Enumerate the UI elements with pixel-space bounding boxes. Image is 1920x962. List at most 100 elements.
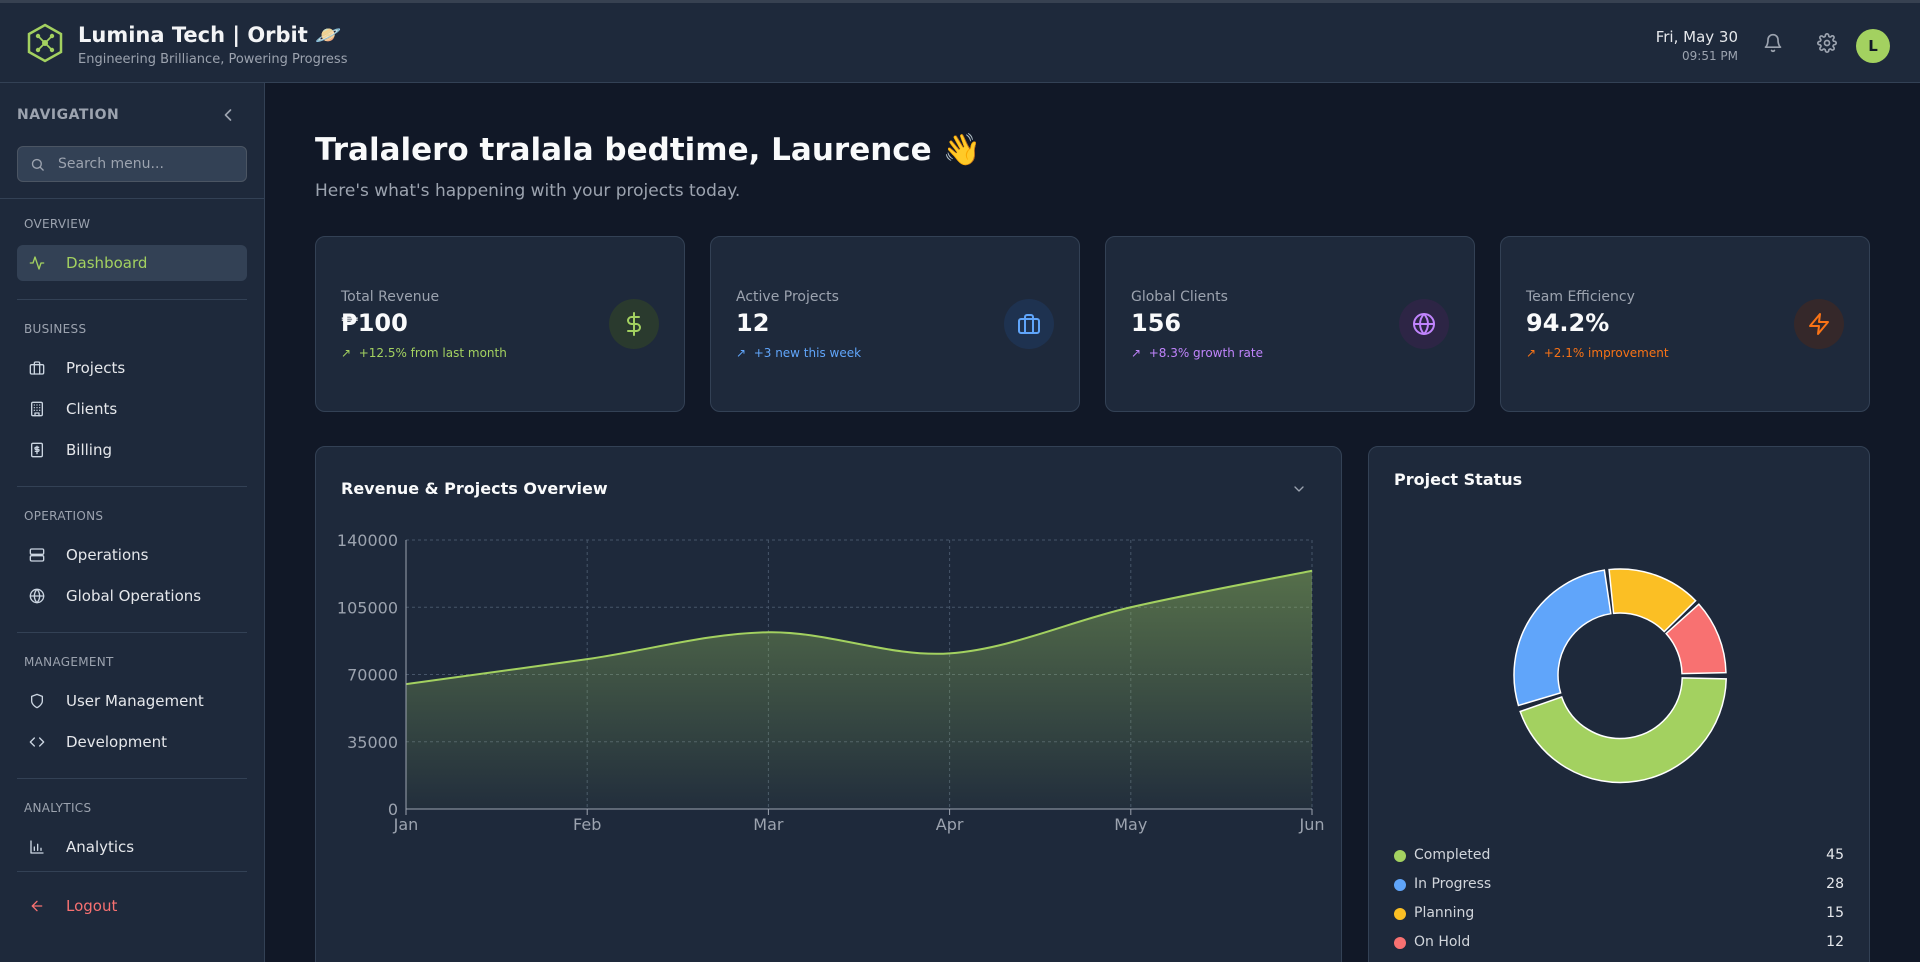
x-tick-label: Feb <box>573 815 601 834</box>
stat-card-clients: Global Clients 156 ↗ +8.3% growth rate <box>1105 236 1475 412</box>
legend-label: In Progress <box>1414 876 1492 892</box>
legend-value: 45 <box>1826 847 1844 863</box>
stat-icon-wrap <box>609 299 659 349</box>
stat-label: Team Efficiency <box>1526 289 1635 305</box>
sidebar-item-label: User Management <box>66 692 204 710</box>
sidebar-item-label: Global Operations <box>66 587 202 605</box>
y-tick-label: 140000 <box>337 531 398 550</box>
revenue-area-fill <box>406 570 1312 809</box>
legend-label: On Hold <box>1414 934 1471 950</box>
divider <box>0 198 265 199</box>
section-overview: OVERVIEW <box>24 217 91 231</box>
chevron-down-icon[interactable] <box>1291 481 1307 497</box>
donut-slice-in-progress[interactable] <box>1513 569 1612 707</box>
briefcase-icon <box>29 361 45 375</box>
globe-icon <box>1413 313 1435 335</box>
sidebar-item-dashboard[interactable]: Dashboard <box>17 245 247 281</box>
arrow-left-icon <box>31 900 43 912</box>
stat-change: ↗ +8.3% growth rate <box>1131 346 1263 360</box>
activity-icon <box>29 256 45 270</box>
stat-value: 94.2% <box>1526 309 1610 337</box>
stat-icon-wrap <box>1399 299 1449 349</box>
stat-change: ↗ +2.1% improvement <box>1526 346 1669 360</box>
legend-dot <box>1394 850 1406 862</box>
page-title: Tralalero tralala bedtime, Laurence 👋 <box>315 132 982 168</box>
stat-card-revenue: Total Revenue ₱100 ↗ +12.5% from last mo… <box>315 236 685 412</box>
legend-item: Planning 15 <box>1394 904 1844 924</box>
header-date: Fri, May 30 <box>1655 28 1738 46</box>
shield-icon <box>31 693 43 709</box>
legend-label: Completed <box>1414 847 1491 863</box>
sidebar-item-label: Dashboard <box>66 254 148 272</box>
stat-label: Global Clients <box>1131 289 1228 305</box>
stat-value: ₱100 <box>341 309 408 337</box>
avatar[interactable]: L <box>1856 29 1890 63</box>
legend-dot <box>1394 879 1406 891</box>
x-tick-label: Mar <box>753 815 784 834</box>
x-tick-label: Jan <box>393 815 419 834</box>
sidebar-item-user-management[interactable]: User Management <box>17 683 247 719</box>
divider <box>17 778 247 779</box>
search-input[interactable] <box>58 147 238 181</box>
legend-item: On Hold 12 <box>1394 933 1844 953</box>
panel-title: Revenue & Projects Overview <box>341 479 608 498</box>
sidebar: NAVIGATION OVERVIEW Dashboard BUSINESS P… <box>0 83 265 962</box>
divider <box>17 299 247 300</box>
collapse-sidebar-icon[interactable] <box>218 105 238 125</box>
sidebar-item-label: Clients <box>66 400 118 418</box>
logo-icon <box>27 23 63 63</box>
sidebar-title: NAVIGATION <box>17 107 120 123</box>
sidebar-item-billing[interactable]: Billing <box>17 432 247 468</box>
sidebar-item-label: Analytics <box>66 838 135 856</box>
sidebar-item-projects[interactable]: Projects <box>17 350 247 386</box>
gear-icon[interactable] <box>1817 33 1837 53</box>
stat-card-efficiency: Team Efficiency 94.2% ↗ +2.1% improvemen… <box>1500 236 1870 412</box>
section-analytics: ANALYTICS <box>24 801 92 815</box>
zap-icon <box>1809 313 1829 335</box>
stat-change: ↗ +3 new this week <box>736 346 862 360</box>
globe-icon <box>29 588 45 604</box>
top-header: Lumina Tech | Orbit 🪐 Engineering Brilli… <box>0 0 1920 83</box>
divider <box>17 486 247 487</box>
sidebar-item-analytics[interactable]: Analytics <box>17 829 247 865</box>
sidebar-item-development[interactable]: Development <box>17 724 247 760</box>
divider <box>17 632 247 633</box>
sidebar-item-global-operations[interactable]: Global Operations <box>17 578 247 614</box>
building-icon <box>31 401 43 417</box>
section-operations: OPERATIONS <box>24 509 104 523</box>
bar-chart-icon <box>30 840 44 854</box>
divider <box>17 871 247 872</box>
legend-item: In Progress 28 <box>1394 875 1844 895</box>
sidebar-item-label: Operations <box>66 546 149 564</box>
x-tick-label: Apr <box>936 815 964 834</box>
stat-label: Active Projects <box>736 289 839 305</box>
bell-icon[interactable] <box>1763 33 1783 53</box>
receipt-icon <box>31 442 43 458</box>
stat-value: 12 <box>736 309 770 337</box>
legend-dot <box>1394 908 1406 920</box>
stat-icon-wrap <box>1004 299 1054 349</box>
legend-label: Planning <box>1414 905 1475 921</box>
app-subtitle: Engineering Brilliance, Powering Progres… <box>78 52 348 67</box>
panel-title: Project Status <box>1394 470 1523 489</box>
stat-icon-wrap <box>1794 299 1844 349</box>
sidebar-search[interactable] <box>17 146 247 182</box>
revenue-area-chart: 03500070000105000140000Jan Feb Mar Apr May Ju… <box>337 531 1325 834</box>
sidebar-item-clients[interactable]: Clients <box>17 391 247 427</box>
x-tick-label: Jun <box>1299 815 1325 834</box>
sidebar-item-operations[interactable]: Operations <box>17 537 247 573</box>
y-tick-label: 35000 <box>347 733 398 752</box>
sidebar-item-label: Projects <box>66 359 126 377</box>
stat-card-projects: Active Projects 12 ↗ +3 new this week <box>710 236 1080 412</box>
page-subtitle: Here's what's happening with your projec… <box>315 181 741 201</box>
legend-value: 15 <box>1826 905 1844 921</box>
header-time: 09:51 PM <box>1682 49 1738 63</box>
legend-value: 28 <box>1826 876 1844 892</box>
stat-value: 156 <box>1131 309 1182 337</box>
legend-item: Completed 45 <box>1394 846 1844 866</box>
legend-value: 12 <box>1826 934 1844 950</box>
sidebar-item-label: Billing <box>66 441 112 459</box>
logout-button[interactable]: Logout <box>17 888 247 924</box>
stat-change: ↗ +12.5% from last month <box>341 346 507 360</box>
stat-label: Total Revenue <box>341 289 440 305</box>
